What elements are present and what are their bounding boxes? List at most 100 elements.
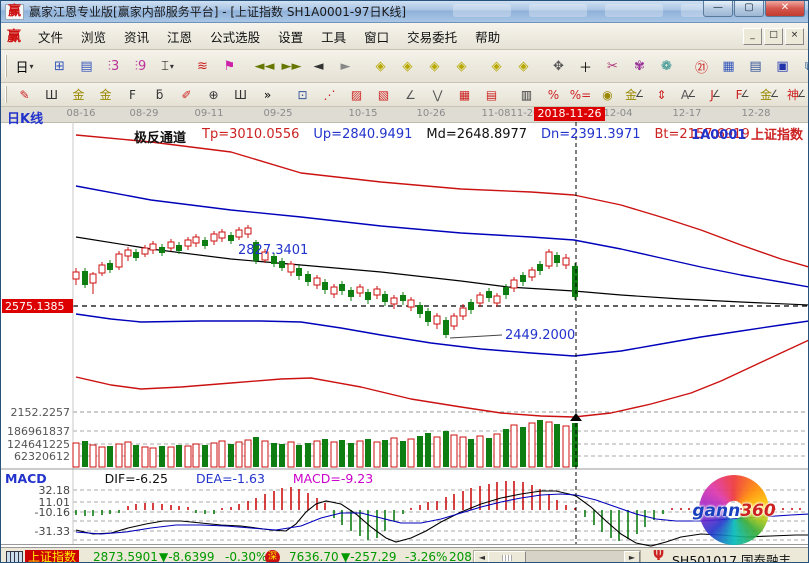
gold-circle-icon[interactable]: ◉	[594, 85, 621, 105]
percent-icon[interactable]: %	[540, 85, 567, 105]
ruler-icon[interactable]: Ш	[227, 85, 254, 105]
k3-icon[interactable]: ⫶3	[100, 55, 127, 78]
notes-icon[interactable]: ▤	[742, 55, 769, 78]
vee-icon[interactable]: ⋁	[424, 85, 451, 105]
pencil-icon[interactable]: ✎	[11, 85, 38, 105]
diamond-shrink-icon[interactable]: ◈	[448, 55, 475, 78]
volume-tick: 62320612	[14, 450, 70, 463]
current-security: SH501017,国泰融丰	[672, 550, 791, 563]
channel-line-bt	[76, 340, 809, 417]
date-tick: 10-26	[409, 108, 453, 119]
list-view-icon[interactable]: ▤	[73, 55, 100, 78]
sz-percent: -3.26%	[405, 550, 447, 563]
app-logo-icon: 赢	[5, 4, 24, 20]
color-flag-icon[interactable]: ⚑	[216, 55, 243, 78]
cycle-icon[interactable]: ❁	[653, 55, 680, 78]
menu-item-4[interactable]: 公式选股	[201, 24, 269, 49]
gann-grid-icon[interactable]: Ш	[38, 85, 65, 105]
gann-fan-box-icon[interactable]: ▧	[370, 85, 397, 105]
menu-item-0[interactable]: 文件	[29, 24, 72, 49]
menu-item-9[interactable]: 帮助	[466, 24, 509, 49]
diamond-up-icon[interactable]: ◈	[483, 55, 510, 78]
next-icon[interactable]: ►	[332, 55, 359, 78]
menu-item-3[interactable]: 江恩	[158, 24, 201, 49]
index-price: 2873.5901	[93, 550, 158, 563]
gold-angle-icon[interactable]: 金∠	[756, 85, 783, 105]
macd-label: MACD	[5, 471, 47, 486]
grid-view-icon[interactable]: ⊞	[46, 55, 73, 78]
gann-flower-icon[interactable]: ✾	[626, 55, 653, 78]
restore-icon[interactable]: ≋	[189, 55, 216, 78]
updown-icon[interactable]: ⇕	[648, 85, 675, 105]
close-button[interactable]: ✕	[765, 1, 805, 17]
a-angle-icon[interactable]: A∠	[675, 85, 702, 105]
hand-tool-icon[interactable]: ✥	[545, 55, 572, 78]
app-window: 赢 赢家江恩专业版[赢家内部服务平台] - [上证指数 SH1A0001-97日…	[0, 0, 809, 563]
date-tick: 09-11	[187, 108, 231, 119]
menu-item-5[interactable]: 设置	[269, 24, 312, 49]
ghost-desktop-icon	[529, 4, 587, 17]
more-tools-icon[interactable]: »	[254, 85, 281, 105]
prev-icon[interactable]: ◄	[305, 55, 332, 78]
shenzhen-icon[interactable]: 深	[265, 550, 280, 563]
menu-item-8[interactable]: 交易委托	[398, 24, 466, 49]
circle-tool-icon[interactable]: ⊕	[200, 85, 227, 105]
index-name-badge[interactable]: 上证指数	[25, 550, 79, 563]
angle-icon[interactable]: ∠	[397, 85, 424, 105]
gold-grid-icon[interactable]: 金	[65, 85, 92, 105]
diamond-down-icon[interactable]: ◈	[510, 55, 537, 78]
candle-style-icon[interactable]: ⌶▾	[154, 55, 181, 78]
fan-lines-icon[interactable]: ⋰	[316, 85, 343, 105]
minimize-button[interactable]: —	[703, 1, 733, 17]
diamond-expand-icon[interactable]: ◈	[421, 55, 448, 78]
crosshair-icon[interactable]: ＋	[572, 55, 599, 78]
menu-bar: 赢 文件浏览资讯江恩公式选股设置工具窗口交易委托帮助 _ □ ×	[1, 23, 808, 50]
macd-value: MACD=-9.23	[293, 471, 373, 486]
maximize-button[interactable]: ▢	[734, 1, 764, 17]
diamond-left-icon[interactable]: ◈	[367, 55, 394, 78]
cut-icon[interactable]: ✂	[599, 55, 626, 78]
box-tool-icon[interactable]: ⊡	[289, 85, 316, 105]
gold-line-icon[interactable]: 金∠	[621, 85, 648, 105]
scrollbar-thumb[interactable]	[488, 551, 526, 563]
child-restore-button[interactable]: □	[764, 28, 783, 45]
horizontal-scrollbar[interactable]: ◄ ►	[473, 550, 641, 563]
price-tick: 2152.2257	[11, 406, 71, 419]
gann-box-icon[interactable]: ▨	[343, 85, 370, 105]
macd-dea: DEA=-1.63	[196, 471, 265, 486]
percent-eq-icon[interactable]: %=	[567, 85, 594, 105]
save-icon[interactable]: ▣	[769, 55, 796, 78]
last-page-icon[interactable]: ►►	[278, 55, 305, 78]
volume-tick: 186961837	[7, 425, 70, 438]
channel-line-dn	[76, 314, 809, 356]
channel-line-up	[76, 186, 809, 287]
red-grid-icon[interactable]: ▦	[451, 85, 478, 105]
gold-grid2-icon[interactable]: 金	[92, 85, 119, 105]
calculator-icon[interactable]: ▦	[715, 55, 742, 78]
date-tick: 12-28	[734, 108, 778, 119]
child-close-button[interactable]: ×	[785, 28, 804, 45]
red-rows-icon[interactable]: ▤	[478, 85, 505, 105]
calendar-icon[interactable]: ㉑	[688, 55, 715, 78]
quote-grid-icon[interactable]	[6, 551, 23, 563]
scroll-right-arrow[interactable]: ►	[624, 551, 640, 563]
menu-item-1[interactable]: 浏览	[72, 24, 115, 49]
menu-item-2[interactable]: 资讯	[115, 24, 158, 49]
fibonacci-grid-icon[interactable]: F	[119, 85, 146, 105]
shen-angle-icon[interactable]: 神∠	[783, 85, 809, 105]
first-page-icon[interactable]: ◄◄	[251, 55, 278, 78]
menu-item-7[interactable]: 窗口	[355, 24, 398, 49]
period-selector[interactable]: 日▾	[11, 55, 38, 78]
connection-icon: Ψ	[653, 549, 664, 563]
spiral-icon[interactable]: ƃ	[146, 85, 173, 105]
diamond-right-icon[interactable]: ◈	[394, 55, 421, 78]
k9-icon[interactable]: ⫶9	[127, 55, 154, 78]
net-icon[interactable]: ⧉	[796, 55, 809, 78]
columns-icon[interactable]: ▥	[513, 85, 540, 105]
menu-item-6[interactable]: 工具	[312, 24, 355, 49]
f-angle-icon[interactable]: F∠	[729, 85, 756, 105]
channel-value-3: Dn=2391.3971	[541, 127, 640, 146]
brush-icon[interactable]: ✐	[173, 85, 200, 105]
child-minimize-button[interactable]: _	[743, 28, 762, 45]
j-angle-icon[interactable]: J∠	[702, 85, 729, 105]
